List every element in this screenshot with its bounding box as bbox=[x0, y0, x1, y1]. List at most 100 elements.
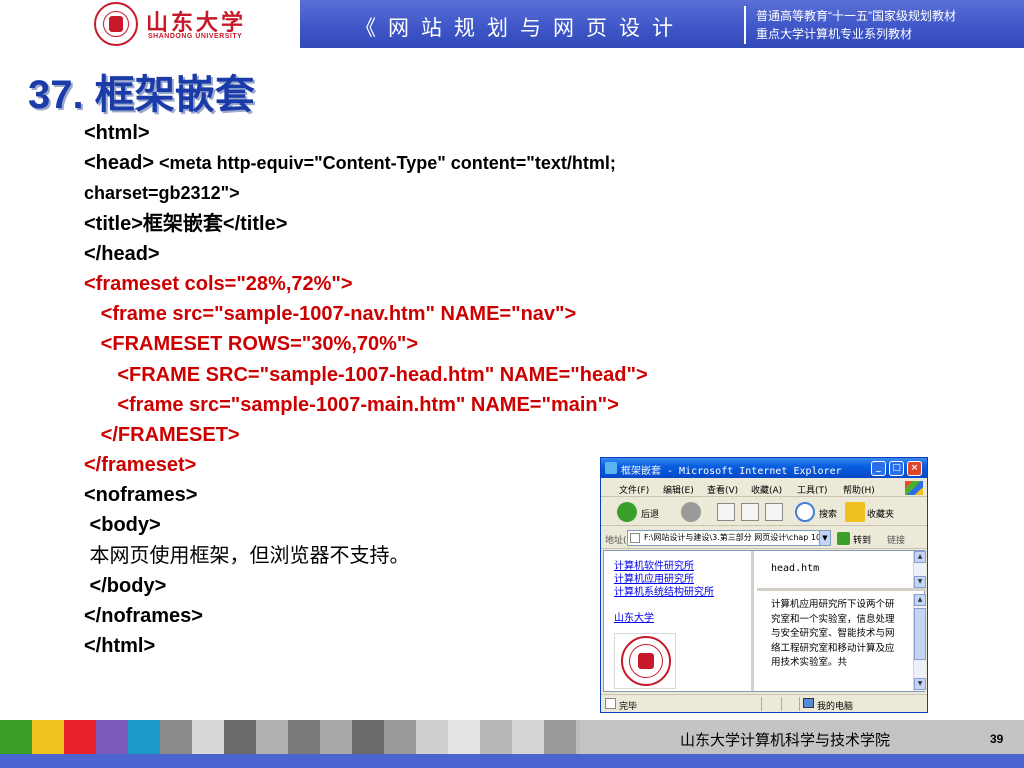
maximize-icon[interactable]: □ bbox=[889, 461, 904, 476]
code-line: <frame src="sample-1007-nav.htm" NAME="n… bbox=[84, 303, 577, 326]
footer-color-block bbox=[160, 720, 192, 754]
textbook-series: 普通高等教育“十一五”国家级规划教材 重点大学计算机专业系列教材 bbox=[756, 7, 956, 43]
footer-color-block bbox=[320, 720, 352, 754]
links-button[interactable]: 链接 bbox=[887, 533, 905, 546]
ie-page-icon bbox=[605, 462, 617, 474]
status-divider bbox=[781, 697, 782, 711]
menu-edit[interactable]: 编辑(E) bbox=[663, 483, 694, 496]
code-line: <frame src="sample-1007-main.htm" NAME="… bbox=[84, 393, 619, 416]
code-line: <FRAMESET ROWS="30%,70%"> bbox=[84, 333, 419, 356]
main-frame: 计算机应用研究所下设两个研究室和一个实验室，信息处理与安全研究室、智能技术与网络… bbox=[757, 594, 926, 691]
code-line: <frameset cols="28%,72%"> bbox=[84, 272, 353, 295]
course-title: 《网站规划与网页设计 bbox=[355, 16, 685, 40]
address-dropdown-icon[interactable]: ▼ bbox=[819, 530, 831, 546]
address-value: F:\网站设计与建设\3.第三部分 网页设计\chap 10\sample-10… bbox=[644, 533, 830, 542]
address-bar: 地址(D) F:\网站设计与建设\3.第三部分 网页设计\chap 10\sam… bbox=[601, 527, 927, 549]
page-number: 39 bbox=[990, 732, 1004, 746]
browser-titlebar: 框架嵌套 - Microsoft Internet Explorer _ □ × bbox=[601, 458, 927, 478]
code-line: <title>框架嵌套</title> bbox=[84, 212, 288, 235]
browser-menubar: 文件(F) 编辑(E) 查看(V) 收藏(A) 工具(T) 帮助(H) bbox=[601, 479, 927, 497]
header-divider bbox=[744, 6, 746, 44]
browser-title: 框架嵌套 - Microsoft Internet Explorer bbox=[621, 466, 842, 477]
page-icon bbox=[630, 533, 640, 543]
main-frame-text: 计算机应用研究所下设两个研究室和一个实验室，信息处理与安全研究室、智能技术与网络… bbox=[771, 599, 895, 668]
footer-color-block bbox=[224, 720, 256, 754]
university-logo: 山东大学 SHANDONG UNIVERSITY bbox=[0, 0, 300, 48]
university-seal-icon bbox=[94, 2, 138, 46]
browser-toolbar: 后退 搜索 收藏夹 bbox=[601, 498, 927, 526]
address-input[interactable]: F:\网站设计与建设\3.第三部分 网页设计\chap 10\sample-10… bbox=[627, 530, 831, 546]
menu-file[interactable]: 文件(F) bbox=[619, 483, 649, 496]
nav-frame: 计算机软件研究所 计算机应用研究所 计算机系统结构研究所 山东大学 bbox=[604, 551, 754, 691]
slide-title: 37. 框架嵌套 bbox=[28, 73, 255, 117]
footer-color-block bbox=[0, 720, 32, 754]
forward-icon[interactable] bbox=[681, 502, 701, 522]
footer-color-block bbox=[96, 720, 128, 754]
main-scrollbar[interactable]: ▲ ▼ bbox=[913, 594, 926, 691]
logo-subtext: SHANDONG UNIVERSITY bbox=[148, 33, 243, 40]
browser-window-screenshot: 框架嵌套 - Microsoft Internet Explorer _ □ ×… bbox=[600, 457, 928, 713]
stop-icon[interactable] bbox=[717, 503, 735, 521]
home-icon[interactable] bbox=[765, 503, 783, 521]
status-divider bbox=[761, 697, 762, 711]
code-line: <head> <meta http-equiv="Content-Type" c… bbox=[84, 148, 904, 178]
footer-color-block bbox=[32, 720, 64, 754]
footer-color-block bbox=[288, 720, 320, 754]
scroll-thumb[interactable] bbox=[914, 608, 926, 660]
menu-tools[interactable]: 工具(T) bbox=[797, 483, 828, 496]
head-scrollbar[interactable]: ▲ ▼ bbox=[913, 551, 926, 588]
search-icon[interactable] bbox=[795, 502, 815, 522]
menu-help[interactable]: 帮助(H) bbox=[843, 483, 875, 496]
nav-link[interactable]: 山东大学 bbox=[614, 609, 654, 624]
status-divider bbox=[799, 697, 800, 711]
search-label[interactable]: 搜索 bbox=[819, 507, 837, 520]
windows-logo-icon bbox=[905, 481, 923, 495]
scroll-up-icon[interactable]: ▲ bbox=[914, 551, 926, 563]
meta-charset: charset=gb2312"> bbox=[84, 183, 240, 204]
meta-tag: <meta http-equiv="Content-Type" content=… bbox=[154, 153, 616, 174]
status-bar: 完毕 我的电脑 bbox=[601, 694, 927, 712]
refresh-icon[interactable] bbox=[741, 503, 759, 521]
footer-color-block bbox=[416, 720, 448, 754]
series-line-1: 普通高等教育“十一五”国家级规划教材 bbox=[756, 9, 956, 23]
series-line-2: 重点大学计算机专业系列教材 bbox=[756, 27, 913, 41]
security-zone: 我的电脑 bbox=[817, 702, 854, 712]
menu-view[interactable]: 查看(V) bbox=[707, 483, 738, 496]
footer-color-block bbox=[128, 720, 160, 754]
slide-header: 山东大学 SHANDONG UNIVERSITY 《网站规划与网页设计 普通高等… bbox=[0, 0, 1024, 48]
menu-favorites[interactable]: 收藏(A) bbox=[751, 483, 782, 496]
scroll-down-icon[interactable]: ▼ bbox=[914, 678, 926, 690]
computer-icon bbox=[803, 698, 814, 708]
footer-color-block bbox=[480, 720, 512, 754]
slide-footer: 山东大学计算机科学与技术学院 39 bbox=[0, 720, 1024, 758]
footer-color-block bbox=[352, 720, 384, 754]
head-frame: head.htm ▲ ▼ bbox=[757, 551, 926, 591]
footer-color-block bbox=[448, 720, 480, 754]
back-icon[interactable] bbox=[617, 502, 637, 522]
status-text: 完毕 bbox=[619, 702, 638, 712]
school-name: 山东大学计算机科学与技术学院 bbox=[680, 732, 891, 749]
footer-strip bbox=[0, 754, 1024, 768]
code-line: charset=gb2312"> bbox=[84, 178, 904, 208]
code-line: <html> bbox=[84, 122, 150, 144]
scroll-up-icon[interactable]: ▲ bbox=[914, 594, 926, 606]
close-icon[interactable]: × bbox=[907, 461, 922, 476]
head-tag: <head> bbox=[84, 152, 155, 175]
scroll-down-icon[interactable]: ▼ bbox=[914, 576, 926, 588]
favorites-star-icon[interactable] bbox=[845, 502, 865, 522]
head-frame-text: head.htm bbox=[771, 563, 820, 574]
footer-color-block bbox=[192, 720, 224, 754]
university-seal-image bbox=[614, 633, 676, 689]
go-arrow-icon[interactable] bbox=[837, 532, 850, 545]
go-button[interactable]: 转到 bbox=[853, 533, 871, 546]
back-label[interactable]: 后退 bbox=[641, 507, 659, 520]
footer-color-block bbox=[256, 720, 288, 754]
footer-color-block bbox=[384, 720, 416, 754]
browser-content: 计算机软件研究所 计算机应用研究所 计算机系统结构研究所 山东大学 head.h… bbox=[603, 550, 926, 692]
footer-color-block bbox=[512, 720, 544, 754]
favorites-label[interactable]: 收藏夹 bbox=[867, 507, 894, 520]
code-line: </FRAMESET> bbox=[84, 423, 240, 446]
nav-link[interactable]: 计算机系统结构研究所 bbox=[614, 583, 714, 598]
code-line: <FRAME SRC="sample-1007-head.htm" NAME="… bbox=[84, 363, 648, 386]
minimize-icon[interactable]: _ bbox=[871, 461, 886, 476]
